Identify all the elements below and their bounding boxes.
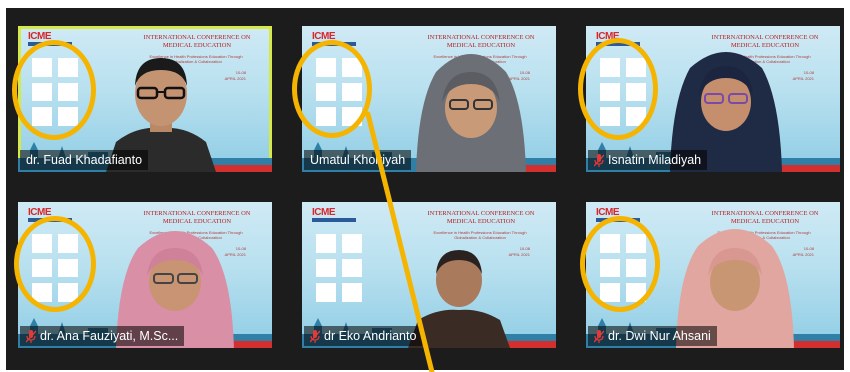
slide-date: 10-08 APRIL 2021 xyxy=(793,70,814,82)
participant-name: dr. Ana Fauziyati, M.Sc... xyxy=(40,329,179,343)
video-gallery: ICME International Conference on Medical… xyxy=(6,8,844,370)
slide-brand-logo: ICME xyxy=(312,207,336,218)
participant-name: Umatul Khoiriyah xyxy=(310,153,406,167)
highlight-ellipse-3 xyxy=(578,38,658,140)
participant-name-tag: Isnatin Miladiyah xyxy=(588,150,708,170)
mic-muted-icon xyxy=(594,329,604,343)
participant-name-tag: dr. Fuad Khadafianto xyxy=(20,150,149,170)
participant-name: Isnatin Miladiyah xyxy=(608,153,702,167)
participant-video-2 xyxy=(406,42,536,172)
participant-name-tag: dr. Ana Fauziyati, M.Sc... xyxy=(20,326,185,346)
participant-name: dr. Dwi Nur Ahsani xyxy=(608,329,711,343)
slide-date: 10-08 APRIL 2021 xyxy=(225,70,246,82)
participant-name-tag: dr Eko Andrianto xyxy=(304,326,423,346)
highlight-ellipse-2 xyxy=(292,40,372,138)
highlight-ellipse-4 xyxy=(14,216,96,312)
participant-name: dr. Fuad Khadafianto xyxy=(26,153,143,167)
participant-name: dr Eko Andrianto xyxy=(324,329,417,343)
slide-title: International Conference on Medical Educ… xyxy=(427,210,535,225)
participant-name-tag: Umatul Khoiriyah xyxy=(304,150,412,170)
mic-muted-icon xyxy=(26,329,36,343)
mic-muted-icon xyxy=(310,329,320,343)
highlight-ellipse-1 xyxy=(12,40,96,140)
participant-name-tag: dr. Dwi Nur Ahsani xyxy=(588,326,717,346)
slide-date-line2: APRIL 2021 xyxy=(224,76,246,81)
slide-window-graphic xyxy=(316,234,362,302)
highlight-ellipse-5 xyxy=(580,216,660,312)
mic-muted-icon xyxy=(594,153,604,167)
slide-date-line2: APRIL 2021 xyxy=(792,76,814,81)
slide-brand-bar xyxy=(312,218,356,222)
video-tile-5[interactable]: ICME International Conference on Medical… xyxy=(302,202,556,348)
